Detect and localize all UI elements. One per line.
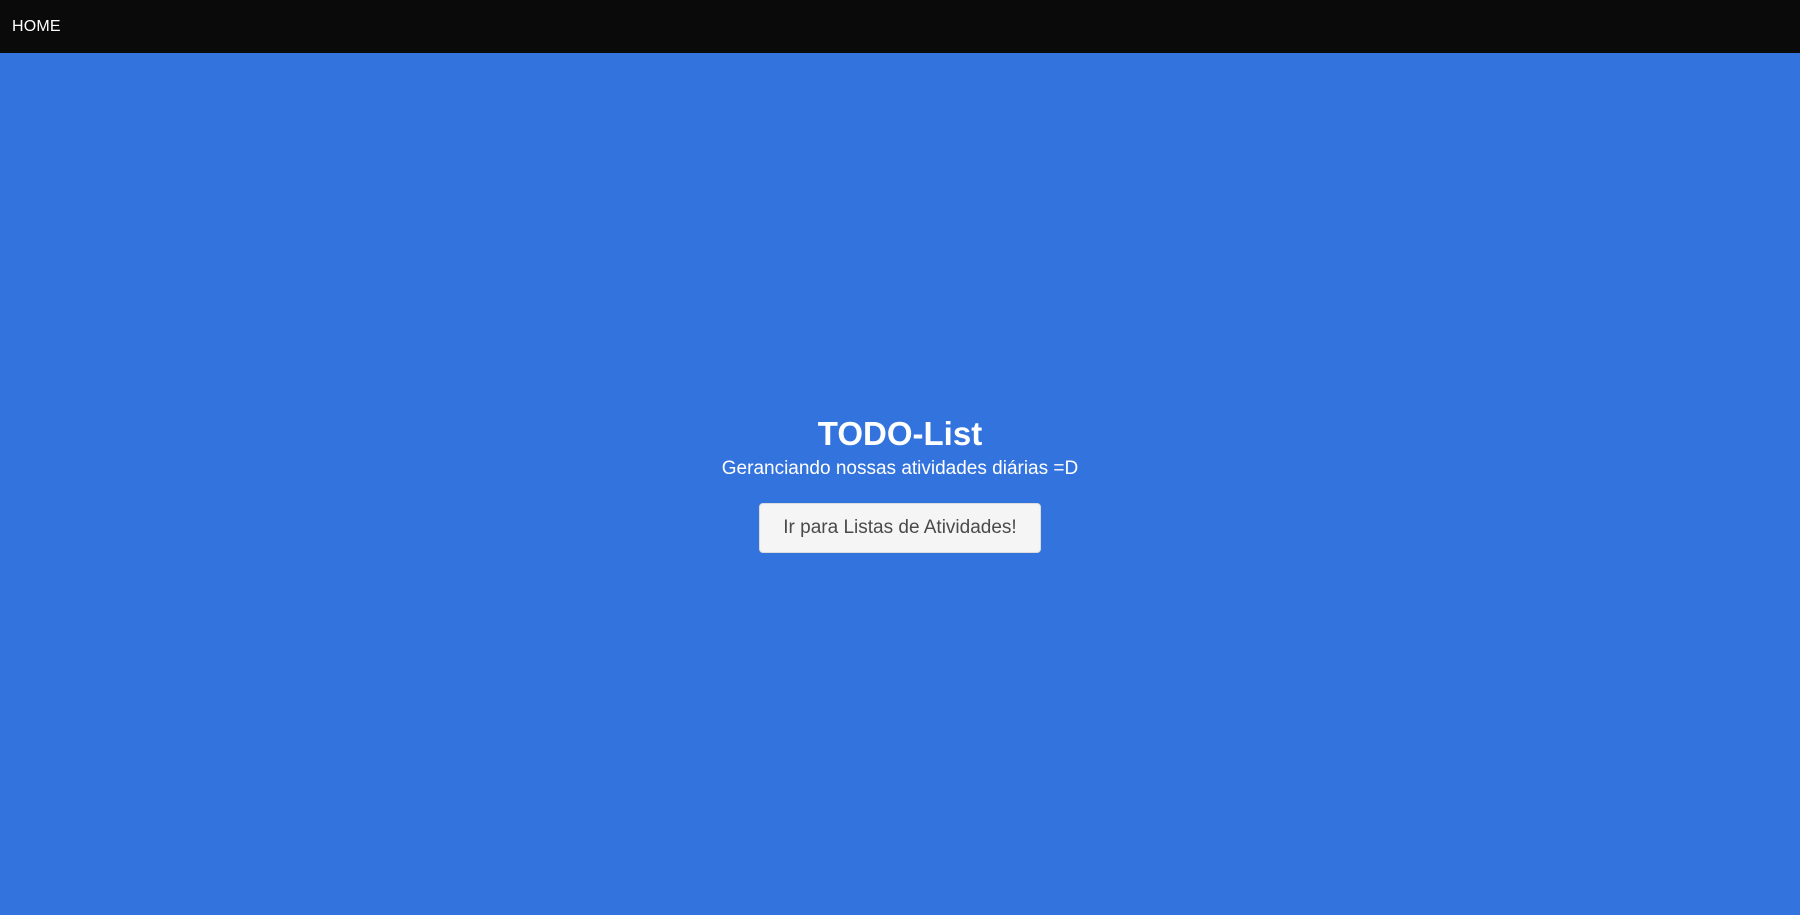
top-navbar: HOME [0,0,1800,53]
hero-content: TODO-List Geranciando nossas atividades … [722,415,1078,554]
page-subtitle: Geranciando nossas atividades diárias =D [721,457,1079,479]
go-to-lists-button[interactable]: Ir para Listas de Atividades! [759,503,1041,554]
nav-home-link[interactable]: HOME [12,18,61,36]
page-title: TODO-List [817,414,983,452]
hero-section: TODO-List Geranciando nossas atividades … [0,53,1800,915]
